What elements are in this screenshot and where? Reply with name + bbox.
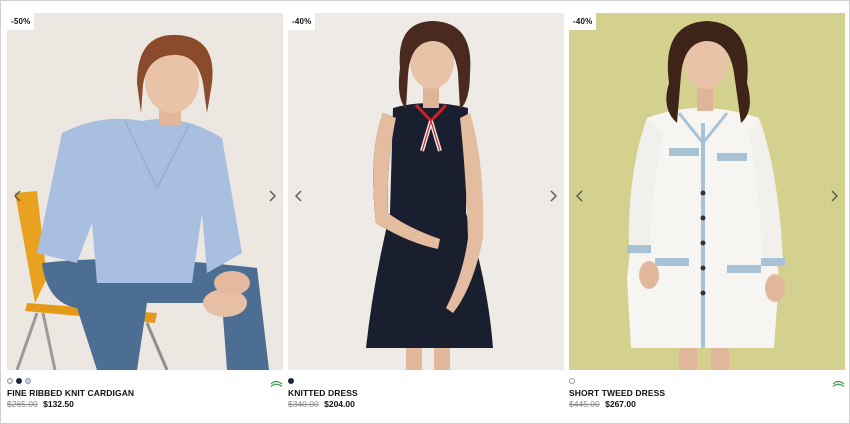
chevron-left-icon[interactable] (573, 189, 587, 203)
sale-price: $204.00 (324, 399, 355, 409)
discount-badge: -40% (569, 13, 597, 30)
chevron-left-icon[interactable] (11, 189, 25, 203)
original-price: $340.00 (288, 399, 319, 409)
chevron-left-icon[interactable] (292, 189, 306, 203)
sale-price: $267.00 (605, 399, 636, 409)
product-image[interactable]: -50% (7, 13, 283, 370)
product-name[interactable]: SHORT TWEED DRESS (569, 388, 665, 398)
color-swatches (569, 378, 575, 385)
eco-responsible-icon (270, 375, 283, 387)
chevron-right-icon[interactable] (265, 189, 279, 203)
chevron-right-icon[interactable] (827, 189, 841, 203)
product-name[interactable]: KNITTED DRESS (288, 388, 358, 398)
original-price: $265.00 (7, 399, 38, 409)
color-swatch[interactable] (16, 378, 22, 384)
product-image[interactable]: -40% (288, 13, 564, 370)
product-price: $340.00 $204.00 (288, 399, 355, 409)
discount-badge: -50% (7, 13, 35, 30)
product-info: FINE RIBBED KNIT CARDIGAN $265.00 $132.5… (7, 377, 283, 413)
product-price: $445.00 $267.00 (569, 399, 636, 409)
color-swatches (7, 378, 31, 385)
eco-responsible-icon (832, 375, 845, 387)
discount-badge: -40% (288, 13, 316, 30)
product-name[interactable]: FINE RIBBED KNIT CARDIGAN (7, 388, 134, 398)
product-info: SHORT TWEED DRESS $445.00 $267.00 (569, 377, 845, 413)
color-swatch[interactable] (288, 378, 294, 384)
product-card[interactable]: -40% SHORT TWEED DRESS $445.00 $267.00 (569, 13, 845, 413)
product-card[interactable]: -40% KNITTED DRESS $340.00 $204.00 (288, 13, 564, 413)
product-card[interactable]: -50% FINE RIBBED KNIT CARDIGAN $265.00 $… (7, 13, 283, 413)
color-swatch[interactable] (7, 378, 13, 384)
color-swatch[interactable] (25, 378, 31, 384)
chevron-right-icon[interactable] (546, 189, 560, 203)
color-swatch[interactable] (569, 378, 575, 384)
color-swatches (288, 378, 294, 385)
product-image[interactable]: -40% (569, 13, 845, 370)
product-info: KNITTED DRESS $340.00 $204.00 (288, 377, 564, 413)
product-price: $265.00 $132.50 (7, 399, 74, 409)
original-price: $445.00 (569, 399, 600, 409)
sale-price: $132.50 (43, 399, 74, 409)
